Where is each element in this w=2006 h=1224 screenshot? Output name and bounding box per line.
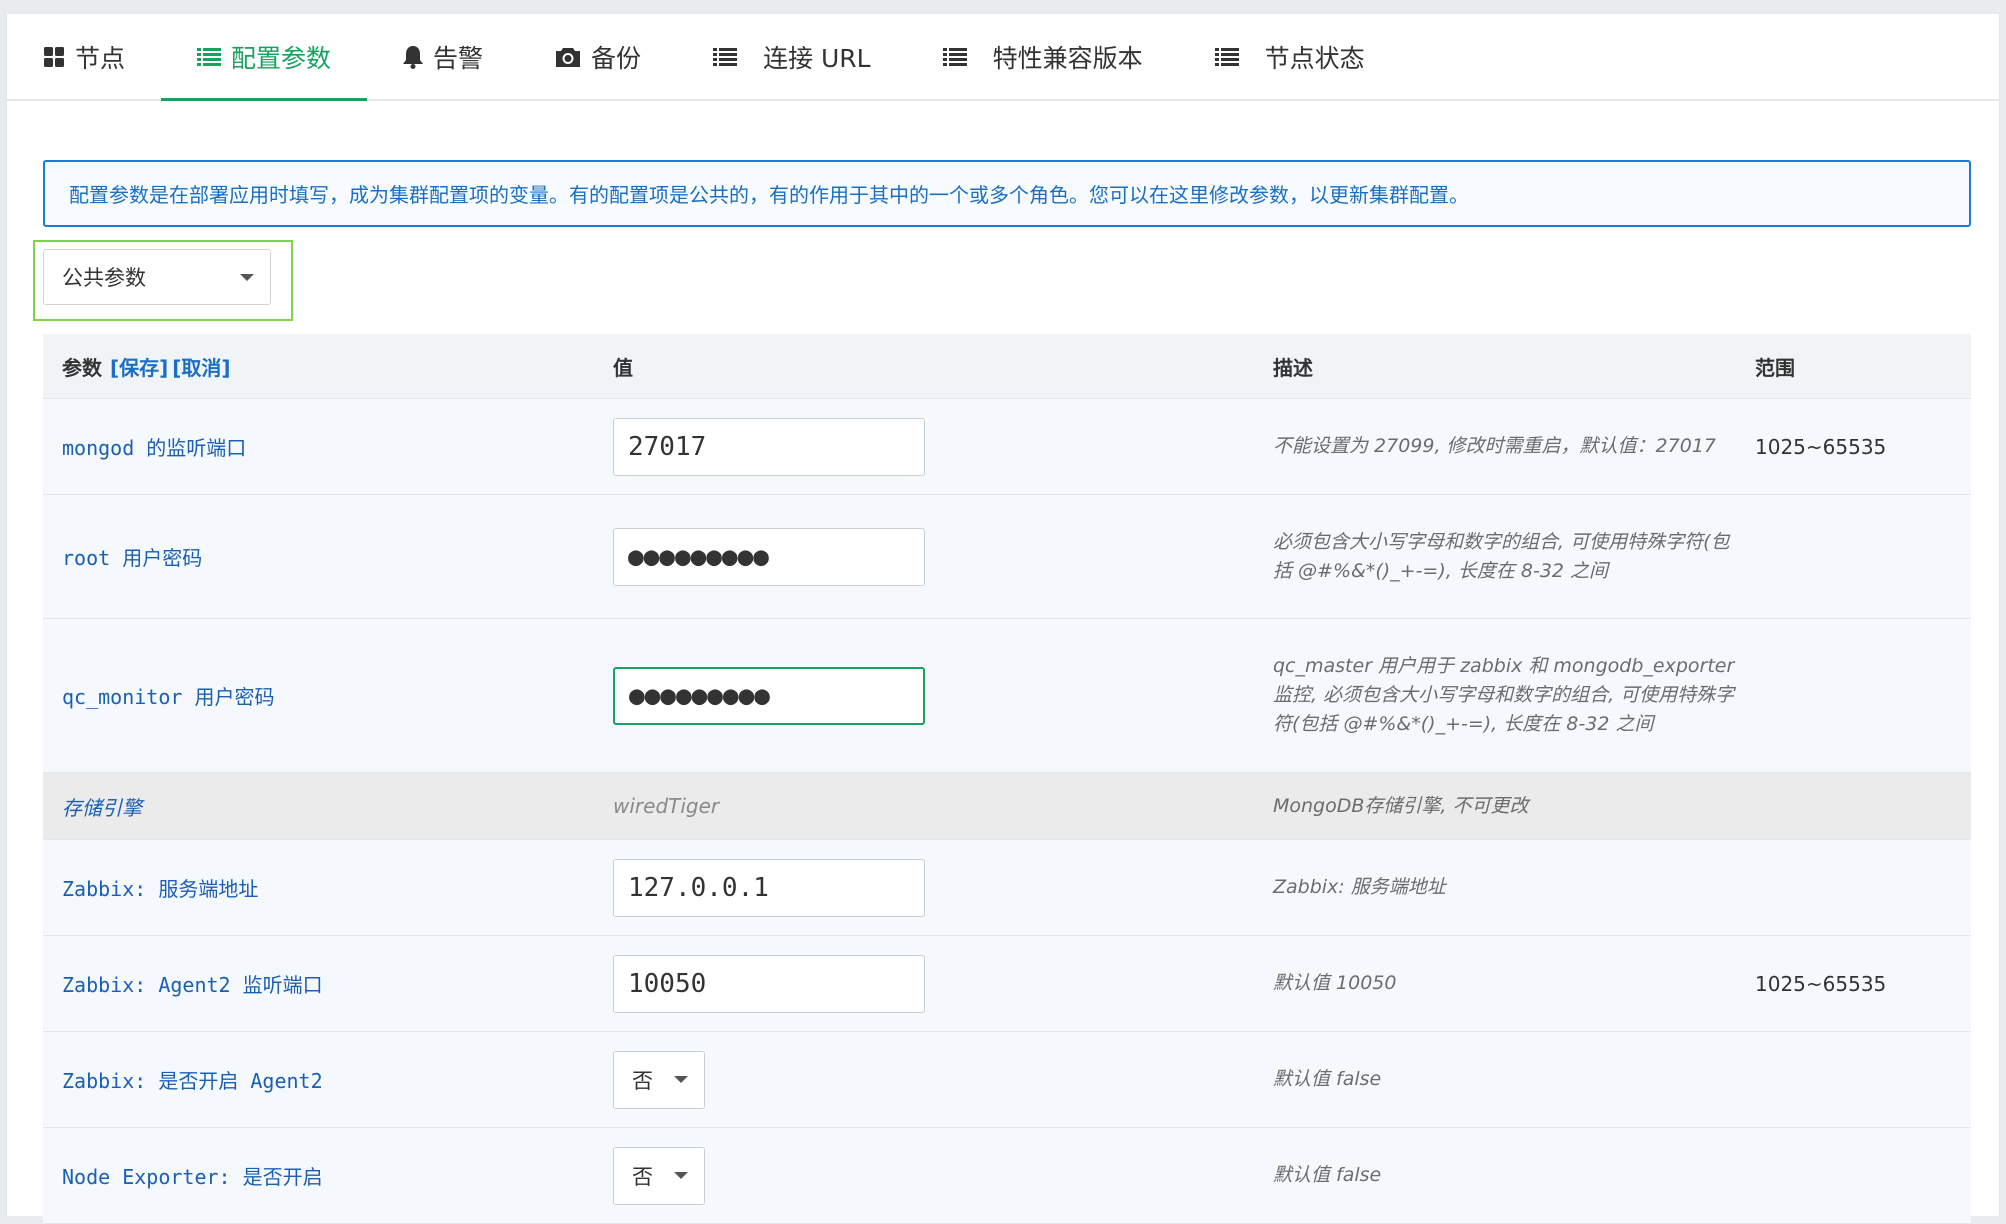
info-text: 配置参数是在部署应用时填写，成为集群配置项的变量。有的配置项是公共的，有的作用于… — [69, 183, 1469, 207]
table-header: 参数 [保存] [取消] 值 描述 范围 — [43, 334, 1971, 399]
param-name: Zabbix: 服务端地址 — [62, 877, 259, 901]
params-table: 参数 [保存] [取消] 值 描述 范围 mongod 的监听端口 不能设置为 … — [43, 334, 1971, 1224]
param-name: mongod 的监听端口 — [62, 436, 247, 460]
node-exporter-enable-select[interactable]: 否 — [613, 1146, 705, 1205]
camera-icon — [555, 46, 581, 68]
param-desc: 默认值 10050 — [1273, 972, 1397, 994]
table-row: mongod 的监听端口 不能设置为 27099, 修改时需重启，默认值：270… — [43, 399, 1971, 495]
param-range: 1025~65535 — [1755, 434, 1887, 459]
param-name: 存储引擎 — [62, 795, 142, 820]
select-value: 否 — [632, 1068, 653, 1093]
param-desc: 默认值 false — [1273, 1164, 1382, 1186]
tab-config-params[interactable]: 配置参数 — [161, 14, 368, 101]
param-desc: qc_master 用户用于 zabbix 和 mongodb_exporter… — [1273, 655, 1735, 735]
tab-backup[interactable]: 备份 — [519, 14, 677, 99]
tab-nodes[interactable]: 节点 — [35, 14, 161, 99]
header-range-label: 范围 — [1755, 355, 1795, 380]
tab-feature-compat[interactable]: 特性兼容版本 — [907, 14, 1179, 99]
list-icon — [713, 47, 738, 67]
param-name: Zabbix: 是否开启 Agent2 — [62, 1069, 323, 1093]
param-name: qc_monitor 用户密码 — [62, 685, 275, 709]
header-value: 值 — [613, 334, 1273, 398]
tab-label: 配置参数 — [231, 43, 332, 73]
save-link[interactable]: [保存] — [110, 352, 168, 381]
tab-node-status[interactable]: 节点状态 — [1179, 14, 1401, 99]
list-icon — [197, 47, 222, 67]
param-name: Node Exporter: 是否开启 — [62, 1165, 323, 1189]
qc-monitor-password-input[interactable] — [613, 666, 925, 725]
header-range: 范围 — [1755, 334, 1971, 398]
cancel-link[interactable]: [取消] — [172, 352, 230, 381]
list-icon — [942, 47, 967, 67]
tab-label: 连接 URL — [763, 43, 871, 73]
info-banner: 配置参数是在部署应用时填写，成为集群配置项的变量。有的配置项是公共的，有的作用于… — [43, 160, 1971, 227]
tab-label: 节点 — [75, 43, 126, 73]
bell-icon — [403, 45, 424, 69]
table-row: root 用户密码 必须包含大小写字母和数字的组合, 可使用特殊字符(包括 @#… — [43, 495, 1971, 619]
role-select[interactable]: 公共参数 — [43, 249, 271, 305]
param-desc: Zabbix: 服务端地址 — [1273, 876, 1446, 898]
header-desc-label: 描述 — [1273, 355, 1313, 380]
chevron-down-icon — [674, 1172, 688, 1179]
select-value: 否 — [632, 1164, 653, 1189]
table-row: Node Exporter: 是否开启 否 默认值 false — [43, 1128, 1971, 1224]
role-select-group: 公共参数 — [33, 240, 293, 321]
zabbix-server-input[interactable] — [613, 858, 925, 917]
header-value-label: 值 — [613, 355, 633, 380]
role-select-value: 公共参数 — [62, 266, 146, 290]
tab-label: 节点状态 — [1264, 43, 1365, 73]
tab-connection-url[interactable]: 连接 URL — [677, 14, 907, 99]
storage-engine-value: wiredTiger — [613, 794, 720, 818]
tab-label: 特性兼容版本 — [992, 43, 1143, 73]
tab-label: 备份 — [591, 43, 642, 73]
zabbix-agent2-enable-select[interactable]: 否 — [613, 1050, 705, 1109]
param-desc: 必须包含大小写字母和数字的组合, 可使用特殊字符(包括 @#%&*()_+-=)… — [1273, 530, 1730, 582]
mongod-port-input[interactable] — [613, 417, 925, 476]
header-param: 参数 [保存] [取消] — [43, 334, 613, 398]
tab-alerts[interactable]: 告警 — [367, 14, 519, 99]
tab-label: 告警 — [433, 43, 484, 73]
header-desc: 描述 — [1273, 334, 1755, 398]
page: 节点 配置参数 告警 备份 连接 URL 特性兼容版本 节点状态 配置参数是在部… — [6, 14, 2000, 1224]
table-row: Zabbix: 是否开启 Agent2 否 默认值 false — [43, 1032, 1971, 1128]
table-row: Zabbix: Agent2 监听端口 默认值 10050 1025~65535 — [43, 936, 1971, 1032]
list-icon — [1214, 47, 1239, 67]
param-name: root 用户密码 — [62, 546, 203, 570]
table-row: 存储引擎 wiredTiger MongoDB存储引擎, 不可更改 — [43, 773, 1971, 840]
param-name: Zabbix: Agent2 监听端口 — [62, 973, 323, 997]
chevron-down-icon — [240, 273, 254, 281]
table-row: qc_monitor 用户密码 qc_master 用户用于 zabbix 和 … — [43, 619, 1971, 773]
chevron-down-icon — [674, 1076, 688, 1083]
root-password-input[interactable] — [613, 527, 925, 586]
zabbix-agent2-port-input[interactable] — [613, 954, 925, 1013]
table-row: Zabbix: 服务端地址 Zabbix: 服务端地址 — [43, 840, 1971, 936]
header-param-label: 参数 — [62, 355, 102, 380]
tab-bar: 节点 配置参数 告警 备份 连接 URL 特性兼容版本 节点状态 — [7, 14, 1999, 101]
grid-icon — [43, 46, 65, 68]
param-desc: 不能设置为 27099, 修改时需重启，默认值：27017 — [1273, 435, 1717, 457]
param-desc: 默认值 false — [1273, 1068, 1382, 1090]
param-desc: MongoDB存储引擎, 不可更改 — [1273, 794, 1529, 817]
param-range: 1025~65535 — [1755, 971, 1887, 996]
